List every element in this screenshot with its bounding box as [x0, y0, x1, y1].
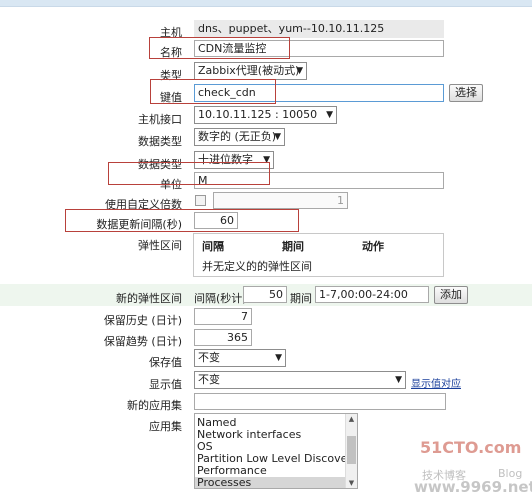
multiplier-input[interactable]: 1: [213, 192, 348, 209]
new-interval-seconds-label: 间隔(秒计): [194, 292, 247, 305]
flexible-intervals-table: 间隔 期间 动作 并无定义的的弹性区间: [193, 233, 444, 277]
show-value-select[interactable]: 不变 ▼: [194, 371, 406, 389]
flexible-intervals-label: 弹性区间: [138, 239, 182, 252]
chevron-down-icon: ▼: [275, 353, 282, 363]
type-select[interactable]: Zabbix代理(被动式) ▼: [194, 62, 307, 80]
applications-label: 应用集: [149, 420, 182, 433]
units-highlight: [108, 162, 270, 185]
flexible-intervals-empty: 并无定义的的弹性区间: [202, 260, 312, 273]
trends-input[interactable]: 365: [194, 329, 252, 346]
watermark-logo: 51CTO.com: [420, 438, 522, 457]
new-flexible-interval-label: 新的弹性区间: [116, 292, 182, 305]
update-interval-highlight: [65, 209, 299, 232]
scrollbar-thumb[interactable]: [347, 436, 356, 464]
top-border: [0, 0, 532, 7]
col-action-header: 动作: [362, 240, 384, 253]
applications-listbox[interactable]: Named Network interfaces OS Partition Lo…: [194, 413, 358, 489]
new-application-input[interactable]: [194, 393, 446, 410]
watermark-url: www.9969.net: [414, 478, 532, 496]
col-interval-header: 间隔: [202, 240, 224, 253]
chevron-down-icon: ▼: [296, 66, 303, 76]
host-value: dns、puppet、yum--10.10.11.125: [194, 20, 444, 38]
scroll-up-icon[interactable]: ▲: [346, 414, 357, 424]
chevron-down-icon: ▼: [395, 375, 402, 385]
history-input[interactable]: 7: [194, 308, 252, 325]
col-period-header: 期间: [282, 240, 304, 253]
value-type-select-value: 数字的 (无正负): [198, 130, 277, 143]
new-interval-period-input[interactable]: 1-7,00:00-24:00: [315, 286, 429, 303]
trends-label: 保留趋势 (日计): [103, 335, 182, 348]
show-value-select-value: 不变: [198, 373, 220, 386]
new-application-label: 新的应用集: [127, 399, 182, 412]
add-button[interactable]: 添加: [434, 286, 468, 304]
list-item-selected[interactable]: Processes: [195, 477, 357, 488]
scroll-down-icon[interactable]: ▼: [346, 478, 357, 488]
name-highlight: [149, 37, 290, 59]
value-type-label: 数据类型: [138, 135, 182, 148]
chevron-down-icon: ▼: [274, 132, 281, 142]
store-value-select-value: 不变: [198, 351, 220, 364]
value-type-select[interactable]: 数字的 (无正负) ▼: [194, 128, 285, 146]
new-interval-seconds-input[interactable]: 50: [243, 286, 287, 303]
interface-select-value: 10.10.11.125 : 10050: [198, 108, 318, 121]
show-value-mapping-link[interactable]: 显示值对应: [411, 375, 461, 390]
key-highlight: [150, 79, 276, 104]
interface-label: 主机接口: [138, 113, 182, 126]
interface-select[interactable]: 10.10.11.125 : 10050 ▼: [194, 106, 337, 124]
store-value-select[interactable]: 不变 ▼: [194, 349, 286, 367]
store-value-label: 保存值: [149, 356, 182, 369]
new-interval-period-label: 期间: [290, 292, 312, 305]
list-item[interactable]: Network interfaces: [195, 429, 357, 441]
type-select-value: Zabbix代理(被动式): [198, 64, 300, 77]
chevron-down-icon: ▼: [326, 110, 333, 120]
show-value-label: 显示值: [149, 378, 182, 391]
listbox-scrollbar[interactable]: ▲ ▼: [345, 414, 357, 488]
history-label: 保留历史 (日计): [103, 314, 182, 327]
select-button[interactable]: 选择: [449, 84, 483, 102]
multiplier-checkbox[interactable]: [195, 195, 206, 206]
